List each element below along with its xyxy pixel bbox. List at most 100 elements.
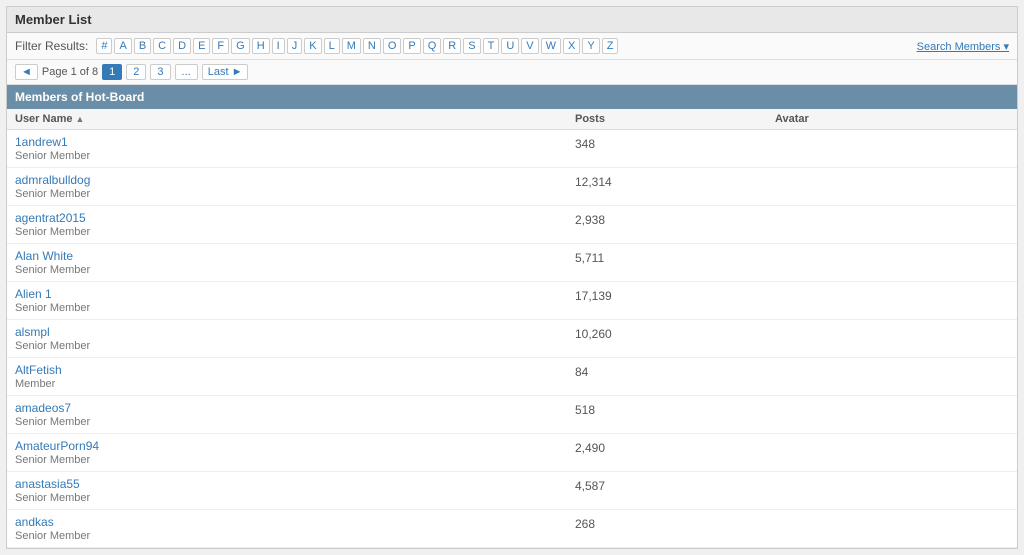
member-rank: Senior Member bbox=[15, 188, 575, 200]
member-name-link[interactable]: Alien 1 bbox=[15, 287, 52, 301]
member-rank: Senior Member bbox=[15, 416, 575, 428]
letter-btn-d[interactable]: D bbox=[173, 38, 191, 54]
letter-btn-q[interactable]: Q bbox=[423, 38, 442, 54]
member-name-cell: 1andrew1 Senior Member bbox=[15, 135, 575, 162]
table-row: anastasia55 Senior Member 4,587 bbox=[7, 472, 1017, 510]
member-rank: Senior Member bbox=[15, 226, 575, 238]
letter-btn-i[interactable]: I bbox=[272, 38, 285, 54]
table-row: andkas Senior Member 268 bbox=[7, 510, 1017, 548]
member-name-link[interactable]: AmateurPorn94 bbox=[15, 439, 99, 453]
member-name-cell: Alien 1 Senior Member bbox=[15, 287, 575, 314]
page-title: Member List bbox=[7, 7, 1017, 33]
page-ellipsis: ... bbox=[175, 64, 198, 80]
letter-btn-a[interactable]: A bbox=[114, 38, 131, 54]
member-name-cell: admralbulldog Senior Member bbox=[15, 173, 575, 200]
member-name-cell: anastasia55 Senior Member bbox=[15, 477, 575, 504]
page-1-button[interactable]: 1 bbox=[102, 64, 122, 80]
letter-btn-s[interactable]: S bbox=[463, 38, 480, 54]
column-avatar: Avatar bbox=[775, 113, 1009, 125]
letter-filter-group: #ABCDEFGHIJKLMNOPQRSTUVWXYZ bbox=[96, 38, 618, 54]
member-posts: 348 bbox=[575, 135, 775, 151]
member-name-cell: andkas Senior Member bbox=[15, 515, 575, 542]
member-rank: Senior Member bbox=[15, 264, 575, 276]
table-header: User Name ▲ Posts Avatar bbox=[7, 109, 1017, 130]
letter-btn-y[interactable]: Y bbox=[582, 38, 599, 54]
prev-page-button[interactable]: ◄ bbox=[15, 64, 38, 80]
letter-btn-e[interactable]: E bbox=[193, 38, 210, 54]
member-posts: 4,587 bbox=[575, 477, 775, 493]
page-info: Page 1 of 8 bbox=[42, 66, 98, 78]
letter-btn-m[interactable]: M bbox=[342, 38, 361, 54]
member-name-link[interactable]: andkas bbox=[15, 515, 54, 529]
member-name-link[interactable]: agentrat2015 bbox=[15, 211, 86, 225]
letter-btn-o[interactable]: O bbox=[383, 38, 402, 54]
member-name-link[interactable]: AltFetish bbox=[15, 363, 62, 377]
member-name-link[interactable]: admralbulldog bbox=[15, 173, 90, 187]
letter-btn-h[interactable]: H bbox=[252, 38, 270, 54]
section-header: Members of Hot-Board bbox=[7, 85, 1017, 109]
member-rank: Senior Member bbox=[15, 492, 575, 504]
table-row: AltFetish Member 84 bbox=[7, 358, 1017, 396]
member-name-link[interactable]: 1andrew1 bbox=[15, 135, 68, 149]
column-posts: Posts bbox=[575, 113, 775, 125]
letter-btn-c[interactable]: C bbox=[153, 38, 171, 54]
member-posts: 268 bbox=[575, 515, 775, 531]
page-2-button[interactable]: 2 bbox=[126, 64, 146, 80]
filter-toolbar: Filter Results: #ABCDEFGHIJKLMNOPQRSTUVW… bbox=[7, 33, 1017, 60]
table-row: amadeos7 Senior Member 518 bbox=[7, 396, 1017, 434]
member-name-cell: agentrat2015 Senior Member bbox=[15, 211, 575, 238]
letter-btn-l[interactable]: L bbox=[324, 38, 340, 54]
letter-btn-b[interactable]: B bbox=[134, 38, 151, 54]
column-username[interactable]: User Name ▲ bbox=[15, 113, 575, 125]
member-posts: 2,938 bbox=[575, 211, 775, 227]
member-posts: 12,314 bbox=[575, 173, 775, 189]
letter-btn-t[interactable]: T bbox=[483, 38, 500, 54]
member-name-cell: amadeos7 Senior Member bbox=[15, 401, 575, 428]
member-name-cell: AltFetish Member bbox=[15, 363, 575, 390]
member-rank: Member bbox=[15, 378, 575, 390]
letter-btn-x[interactable]: X bbox=[563, 38, 580, 54]
member-name-cell: alsmpl Senior Member bbox=[15, 325, 575, 352]
table-row: agentrat2015 Senior Member 2,938 bbox=[7, 206, 1017, 244]
page-3-button[interactable]: 3 bbox=[150, 64, 170, 80]
member-posts: 84 bbox=[575, 363, 775, 379]
member-rank: Senior Member bbox=[15, 530, 575, 542]
member-posts: 5,711 bbox=[575, 249, 775, 265]
member-posts: 10,260 bbox=[575, 325, 775, 341]
letter-btn-w[interactable]: W bbox=[541, 38, 561, 54]
member-posts: 518 bbox=[575, 401, 775, 417]
letter-btn-v[interactable]: V bbox=[521, 38, 538, 54]
member-rank: Senior Member bbox=[15, 340, 575, 352]
letter-btn-g[interactable]: G bbox=[231, 38, 250, 54]
letter-btn-u[interactable]: U bbox=[501, 38, 519, 54]
letter-btn-z[interactable]: Z bbox=[602, 38, 619, 54]
member-name-cell: Alan White Senior Member bbox=[15, 249, 575, 276]
member-rank: Senior Member bbox=[15, 454, 575, 466]
filter-label: Filter Results: bbox=[15, 39, 88, 53]
member-name-link[interactable]: amadeos7 bbox=[15, 401, 71, 415]
letter-btn-p[interactable]: P bbox=[403, 38, 420, 54]
member-name-link[interactable]: anastasia55 bbox=[15, 477, 80, 491]
sort-arrow-username: ▲ bbox=[76, 114, 85, 124]
letter-btn-r[interactable]: R bbox=[443, 38, 461, 54]
letter-btn-k[interactable]: K bbox=[304, 38, 321, 54]
table-row: AmateurPorn94 Senior Member 2,490 bbox=[7, 434, 1017, 472]
last-page-button[interactable]: Last ► bbox=[202, 64, 249, 80]
member-name-link[interactable]: Alan White bbox=[15, 249, 73, 263]
member-name-cell: AmateurPorn94 Senior Member bbox=[15, 439, 575, 466]
letter-btn-#[interactable]: # bbox=[96, 38, 112, 54]
table-row: admralbulldog Senior Member 12,314 bbox=[7, 168, 1017, 206]
letter-btn-n[interactable]: N bbox=[363, 38, 381, 54]
member-posts: 17,139 bbox=[575, 287, 775, 303]
member-posts: 2,490 bbox=[575, 439, 775, 455]
table-row: 1andrew1 Senior Member 348 bbox=[7, 130, 1017, 168]
letter-btn-f[interactable]: F bbox=[212, 38, 229, 54]
table-row: Alien 1 Senior Member 17,139 bbox=[7, 282, 1017, 320]
member-name-link[interactable]: alsmpl bbox=[15, 325, 50, 339]
letter-btn-j[interactable]: J bbox=[287, 38, 303, 54]
table-row: Alan White Senior Member 5,711 bbox=[7, 244, 1017, 282]
member-rank: Senior Member bbox=[15, 150, 575, 162]
pagination-bar: ◄ Page 1 of 8 1 2 3 ... Last ► bbox=[7, 60, 1017, 85]
members-list: 1andrew1 Senior Member 348 admralbulldog… bbox=[7, 130, 1017, 548]
search-members-link[interactable]: Search Members ▾ bbox=[917, 40, 1009, 53]
